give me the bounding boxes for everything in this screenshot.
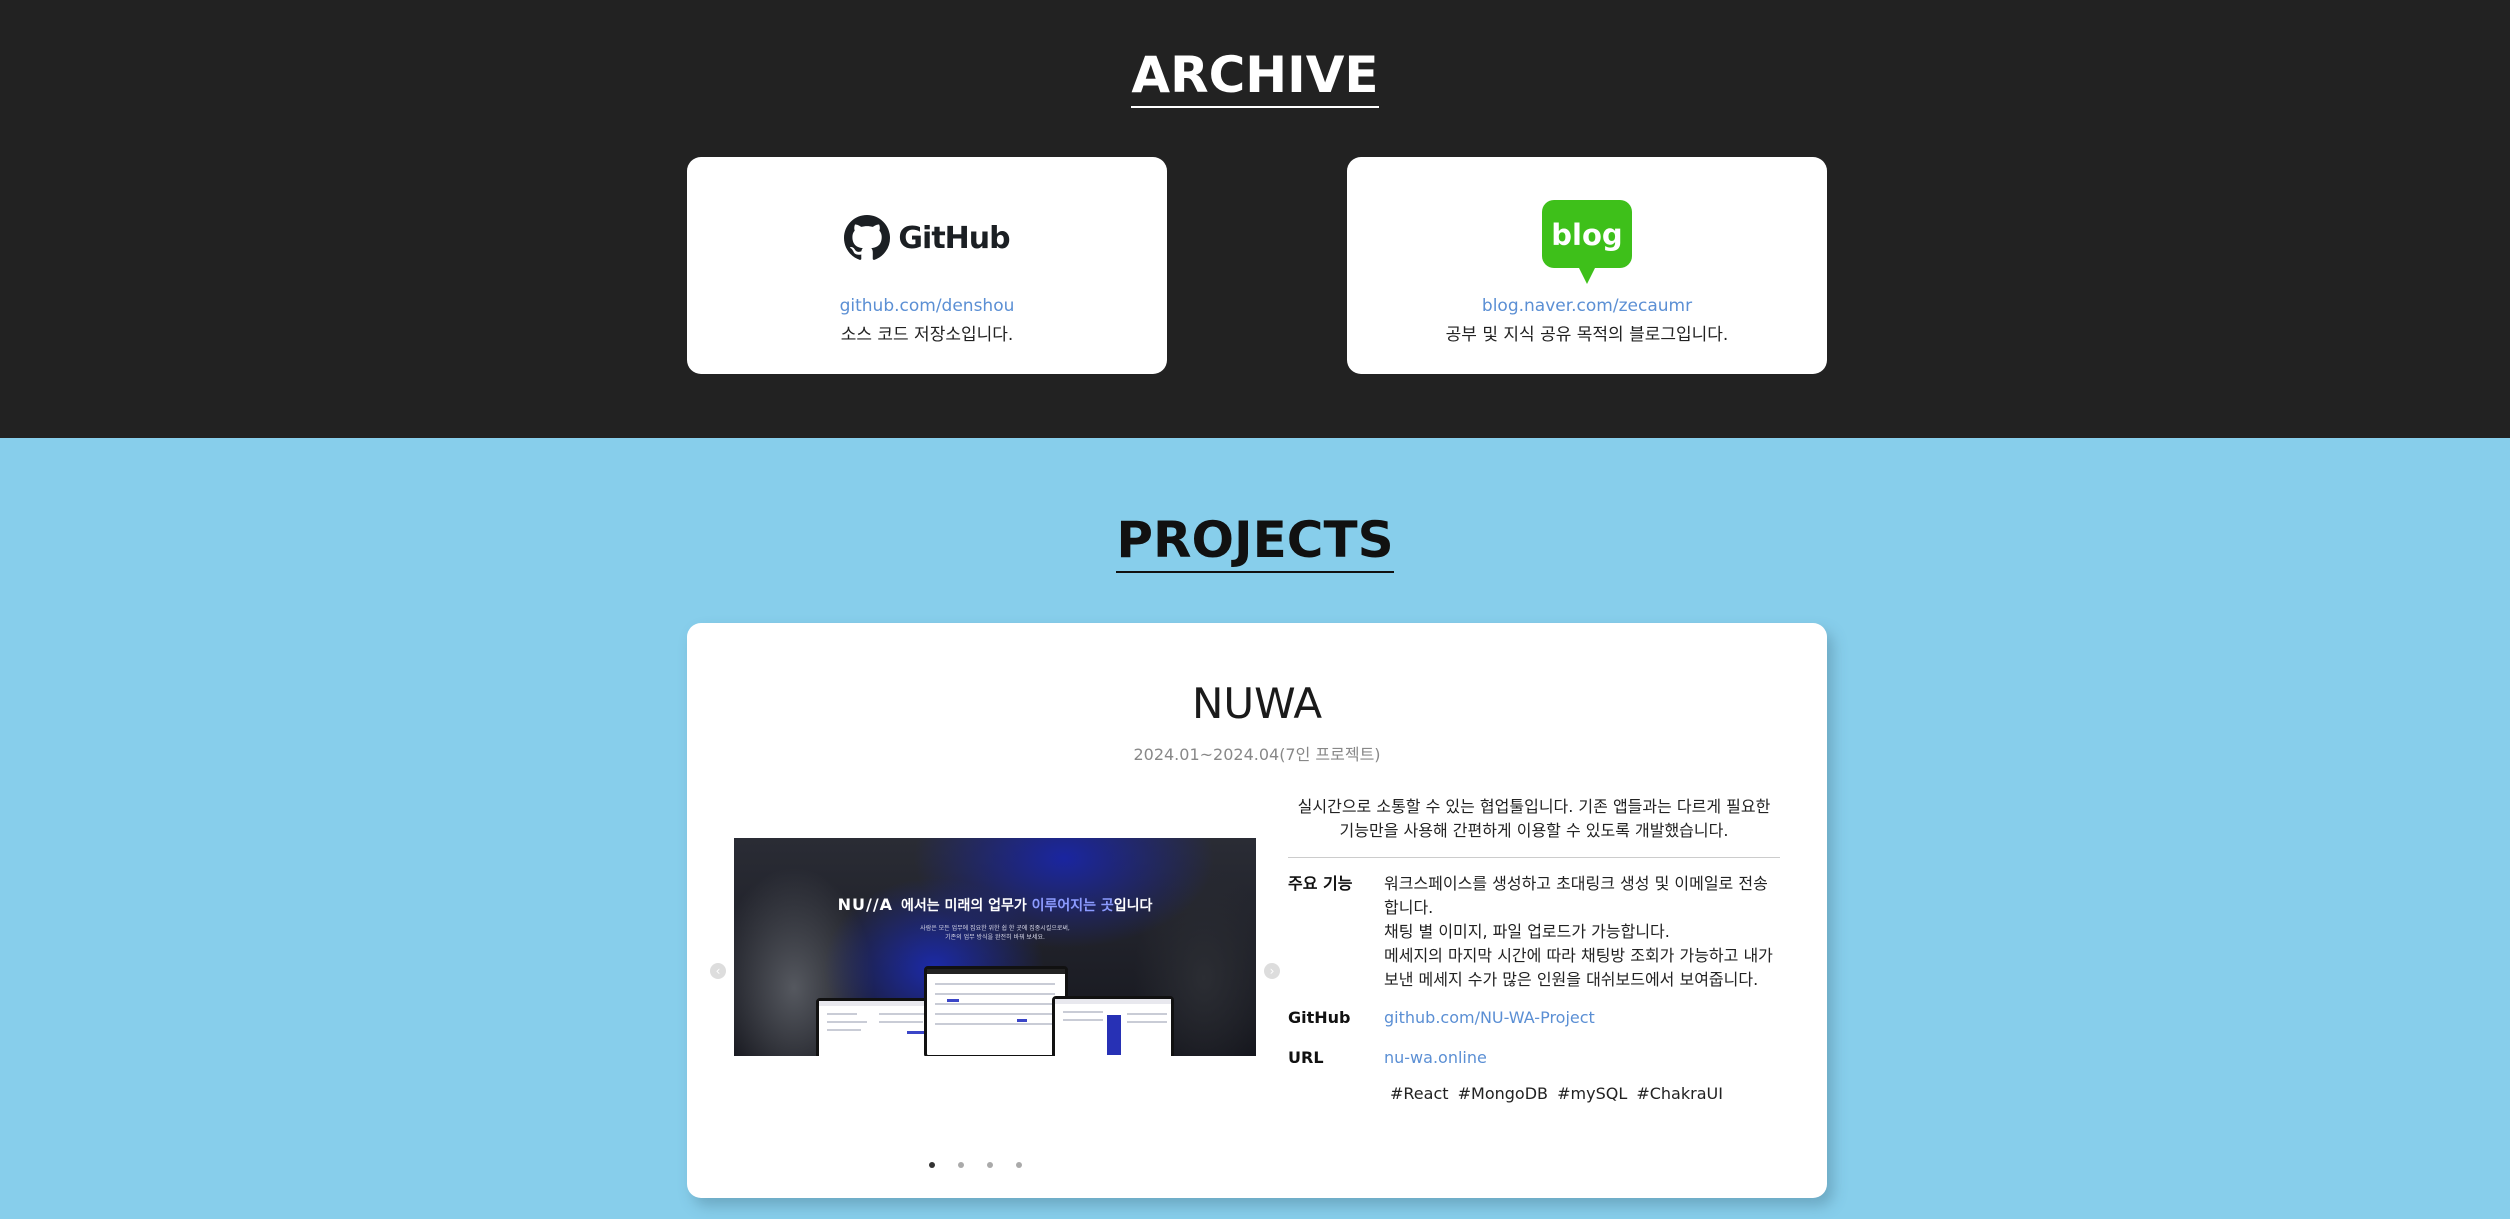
project-url-link[interactable]: nu-wa.online bbox=[1384, 1048, 1487, 1067]
archive-title: ARCHIVE bbox=[0, 50, 2510, 108]
svg-text:blog: blog bbox=[1551, 218, 1622, 252]
blog-link[interactable]: blog.naver.com/zecaumr bbox=[1347, 296, 1827, 316]
features-label: 주요 기능 bbox=[1288, 874, 1353, 893]
github-logo: GitHub bbox=[687, 213, 1167, 263]
github-description: 소스 코드 저장소입니다. bbox=[840, 325, 1014, 345]
github-label: GitHub bbox=[1288, 1008, 1351, 1027]
tag: #ChakraUI bbox=[1636, 1084, 1723, 1103]
tag: #MongoDB bbox=[1457, 1084, 1549, 1103]
chevron-left-icon[interactable]: ‹ bbox=[710, 963, 726, 979]
github-card[interactable]: GitHub github.com/denshou 소스 코드 저장소입니다. bbox=[687, 157, 1167, 374]
github-octocat-icon bbox=[844, 215, 891, 260]
feature-item: 워크스페이스를 생성하고 초대링크 생성 및 이메일로 전송합니다. bbox=[1384, 874, 1768, 917]
tag: #mySQL bbox=[1557, 1084, 1628, 1103]
slider-dot-2[interactable] bbox=[958, 1162, 964, 1168]
github-link[interactable]: github.com/denshou bbox=[687, 296, 1167, 316]
project-info: 실시간으로 소통할 수 있는 협업툴입니다. 기존 앱들과는 다르게 필요한 기… bbox=[1288, 795, 1780, 1103]
slider-dot-1[interactable] bbox=[929, 1162, 935, 1168]
project-period: 2024.01~2024.04(7인 프로젝트) bbox=[1133, 745, 1381, 764]
features-row: 주요 기능 워크스페이스를 생성하고 초대링크 생성 및 이메일로 전송합니다.… bbox=[1288, 872, 1780, 992]
laptop-mockup-right bbox=[1052, 996, 1174, 1056]
project-card: NUWA 2024.01~2024.04(7인 프로젝트) ‹ › NU//A 에… bbox=[687, 623, 1827, 1198]
feature-item: 채팅 별 이미지, 파일 업로드가 가능합니다. bbox=[1384, 922, 1670, 941]
chevron-right-icon[interactable]: › bbox=[1264, 963, 1280, 979]
projects-title: PROJECTS bbox=[0, 515, 2510, 573]
tag: #React bbox=[1390, 1084, 1449, 1103]
archive-section: ARCHIVE GitHub github.com/denshou 소스 코드 … bbox=[0, 0, 2510, 438]
laptop-mockup-left bbox=[816, 998, 938, 1056]
github-row: GitHub github.com/NU-WA-Project bbox=[1288, 1006, 1780, 1030]
blog-card[interactable]: blog blog.naver.com/zecaumr 공부 및 지식 공유 목… bbox=[1347, 157, 1827, 374]
project-image-slider[interactable]: NU//A 에서는 미래의 업무가 이루어지는 곳입니다 사람은 모든 업무에 집… bbox=[734, 838, 1256, 1056]
slider-pagination bbox=[687, 1162, 1217, 1168]
feature-item: 메세지의 마지막 시간에 따라 채팅방 조회가 가능하고 내가 보낸 메세지 수… bbox=[1384, 946, 1773, 989]
naver-blog-logo: blog bbox=[1347, 199, 1827, 287]
project-name: NUWA bbox=[1191, 679, 1323, 728]
slider-dot-4[interactable] bbox=[1016, 1162, 1022, 1168]
url-label: URL bbox=[1288, 1048, 1324, 1067]
url-row: URL nu-wa.online bbox=[1288, 1046, 1780, 1070]
blog-icon: blog bbox=[1542, 200, 1632, 284]
slide-headline: NU//A 에서는 미래의 업무가 이루어지는 곳입니다 bbox=[837, 895, 1153, 914]
project-github-link[interactable]: github.com/NU-WA-Project bbox=[1384, 1008, 1595, 1027]
features-list: 워크스페이스를 생성하고 초대링크 생성 및 이메일로 전송합니다. 채팅 별 … bbox=[1384, 872, 1780, 992]
project-intro: 실시간으로 소통할 수 있는 협업툴입니다. 기존 앱들과는 다르게 필요한 기… bbox=[1288, 795, 1780, 858]
slide-subtext: 사람은 모든 업무에 집요한 위한 쉽 한 곳에 집중시킬으로써, 기존의 업무… bbox=[920, 925, 1070, 941]
tech-tags: #React #MongoDB #mySQL #ChakraUI bbox=[1390, 1084, 1780, 1103]
blog-description: 공부 및 지식 공유 목적의 블로그입니다. bbox=[1445, 325, 1729, 345]
laptop-mockup-center bbox=[924, 966, 1068, 1056]
github-wordmark: GitHub bbox=[898, 220, 1010, 256]
slider-dot-3[interactable] bbox=[987, 1162, 993, 1168]
